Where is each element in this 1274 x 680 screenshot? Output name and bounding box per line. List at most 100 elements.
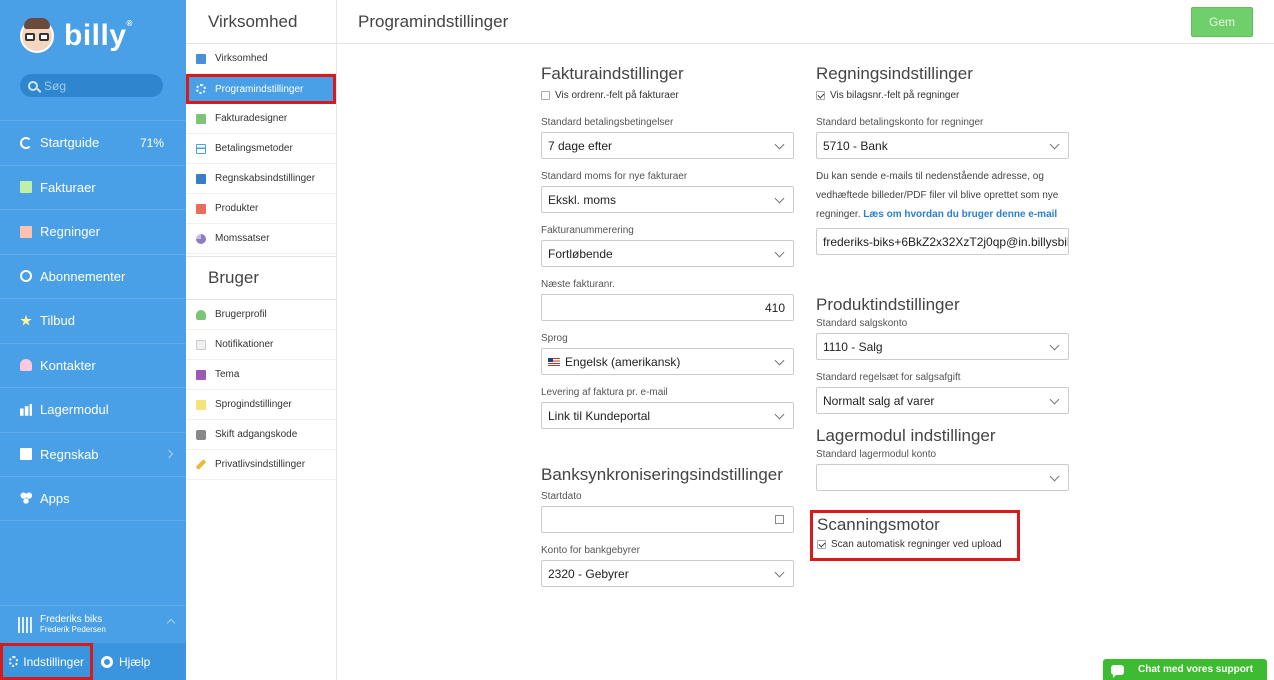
chat-support-button[interactable]: Chat med vores support: [1103, 659, 1267, 680]
nav-item-apps[interactable]: Apps: [0, 476, 186, 521]
chevron-down-icon: [1049, 471, 1060, 482]
scan-engine-title: Scanningsmotor: [817, 515, 940, 534]
nav-item-bills[interactable]: Regninger: [0, 209, 186, 254]
submenu-item-user-profile[interactable]: Brugerprofil: [186, 300, 336, 330]
billy-logo[interactable]: billy®: [20, 14, 133, 58]
bank-fee-account-label: Konto for bankgebyrer: [541, 545, 640, 556]
nav-item-stock[interactable]: Lagermodul: [0, 387, 186, 432]
sales-account-select[interactable]: 1110 - Salg: [816, 333, 1069, 360]
nav-label: Kontakter: [40, 357, 96, 373]
nav-item-startguide[interactable]: Startguide 71%: [0, 120, 186, 165]
company-switcher[interactable]: Frederiks biks Frederik Pedersen: [0, 605, 186, 643]
numbering-select[interactable]: Fortløbende: [541, 240, 794, 267]
start-date-input[interactable]: [541, 506, 794, 533]
chevron-down-icon: [1049, 139, 1060, 150]
submenu-item-products[interactable]: Produkter: [186, 194, 336, 224]
language-select[interactable]: Engelsk (amerikansk): [541, 348, 794, 375]
company-name: Frederiks biks: [40, 614, 103, 625]
auto-scan-row[interactable]: Scan automatisk regninger ved upload: [817, 539, 1013, 550]
brush-icon: [196, 113, 206, 124]
lock-icon: [196, 429, 206, 440]
chevron-up-icon: [166, 618, 176, 628]
invoice-settings-title: Fakturaindstillinger: [541, 64, 684, 83]
main-content: Programindstillinger Gem Fakturaindstill…: [337, 0, 1274, 680]
nav-item-quotes[interactable]: Tilbud: [0, 298, 186, 343]
email-help-link[interactable]: Læs om hvordan du bruger denne e-mail: [863, 209, 1057, 220]
invoice-icon: [20, 181, 32, 194]
settings-button[interactable]: Indstillinger: [0, 643, 93, 680]
submenu-item-privacy-settings[interactable]: Privatlivsindstillinger: [186, 450, 336, 480]
bill-payment-account-select[interactable]: 5710 - Bank: [816, 132, 1069, 159]
main-nav: Startguide 71% Fakturaer Regninger Abonn…: [0, 120, 186, 521]
next-invoice-no-input[interactable]: 410: [541, 294, 794, 321]
apps-icon: [20, 492, 32, 505]
page-header: Programindstillinger Gem: [337, 0, 1274, 44]
submenu-item-vat-rates[interactable]: Momssatser: [186, 224, 336, 254]
default-vat-label: Standard moms for nye fakturaer: [541, 171, 688, 182]
submenu-item-payment-methods[interactable]: Betalingsmetoder: [186, 134, 336, 164]
brand-name: billy: [64, 19, 127, 52]
auto-scan-checkbox[interactable]: [817, 540, 826, 549]
nav-label: Lagermodul: [40, 402, 109, 418]
pie-chart-icon: [196, 233, 206, 244]
sales-account-label: Standard salgskonto: [816, 318, 908, 329]
stock-settings-title: Lagermodul indstillinger: [816, 426, 996, 445]
search-icon: [28, 80, 38, 91]
box-icon: [196, 203, 206, 214]
chevron-right-icon: [164, 450, 174, 459]
nav-label: Regninger: [40, 224, 100, 240]
nav-label: Regnskab: [40, 446, 99, 462]
show-voucher-row[interactable]: Vis bilagsnr.-felt på regninger: [816, 90, 1069, 101]
start-date-label: Startdato: [541, 491, 582, 502]
page-title: Programindstillinger: [358, 11, 509, 31]
email-info-text: Du kan sende e-mails til nedenstående ad…: [816, 171, 1059, 220]
notification-icon: [196, 339, 206, 350]
email-delivery-select[interactable]: Link til Kundeportal: [541, 402, 794, 429]
chevron-down-icon: [1049, 340, 1060, 351]
product-settings-title: Produktindstillinger: [816, 295, 960, 314]
submenu-item-language-settings[interactable]: Sprogindstillinger: [186, 390, 336, 420]
bill-icon: [20, 225, 32, 238]
nav-item-invoices[interactable]: Fakturaer: [0, 164, 186, 210]
chevron-down-icon: [774, 139, 785, 150]
search-box: [20, 74, 163, 97]
nav-item-subscriptions[interactable]: Abonnementer: [0, 253, 186, 299]
submenu-item-accounting-settings[interactable]: Regnskabsindstillinger: [186, 164, 336, 194]
nav-label: Startguide: [40, 135, 100, 151]
help-button[interactable]: Hjælp: [93, 643, 150, 680]
scan-engine-section: Scanningsmotor Scan automatisk regninger…: [810, 510, 1020, 561]
payment-terms-select[interactable]: 7 dage efter: [541, 132, 794, 159]
search-input[interactable]: [44, 78, 154, 93]
show-order-no-checkbox[interactable]: [541, 91, 550, 100]
submenu-item-program-settings[interactable]: Programindstillinger: [186, 74, 336, 104]
bill-email-address[interactable]: frederiks-biks+6BkZ2x32XzT2j0qp@in.billy…: [816, 228, 1069, 255]
stock-icon: [20, 403, 32, 416]
bank-fee-account-select[interactable]: 2320 - Gebyrer: [541, 560, 794, 587]
default-vat-select[interactable]: Ekskl. moms: [541, 186, 794, 213]
chevron-down-icon: [774, 567, 785, 578]
submenu-item-theme[interactable]: Tema: [186, 360, 336, 390]
chevron-down-icon: [774, 193, 785, 204]
save-button[interactable]: Gem: [1191, 7, 1253, 37]
us-flag-icon: [548, 357, 560, 366]
company-chart-icon: [196, 53, 206, 64]
nav-item-contacts[interactable]: Kontakter: [0, 342, 186, 388]
nav-item-accounting[interactable]: Regnskab: [0, 431, 186, 477]
stock-account-select[interactable]: [816, 464, 1069, 491]
gear-icon: [9, 656, 19, 667]
show-order-no-row[interactable]: Vis ordrenr.-felt på fakturaer: [541, 90, 794, 101]
vat-rule-select[interactable]: Normalt salg af varer: [816, 387, 1069, 414]
submenu-item-invoice-designer[interactable]: Fakturadesigner: [186, 104, 336, 134]
nav-label: Abonnementer: [40, 268, 126, 284]
next-invoice-no-label: Næste fakturanr.: [541, 279, 615, 290]
nav-label: Fakturaer: [40, 179, 96, 195]
contact-icon: [20, 359, 32, 372]
submenu-item-notifications[interactable]: Notifikationer: [186, 330, 336, 360]
submenu-item-change-password[interactable]: Skift adgangskode: [186, 420, 336, 450]
submenu-item-company[interactable]: Virksomhed: [186, 44, 336, 74]
progress-ring-icon: [20, 136, 32, 149]
lifebuoy-icon: [101, 655, 113, 668]
show-voucher-checkbox[interactable]: [816, 91, 825, 100]
numbering-label: Fakturanummerering: [541, 225, 634, 236]
calendar-icon[interactable]: [775, 515, 784, 524]
